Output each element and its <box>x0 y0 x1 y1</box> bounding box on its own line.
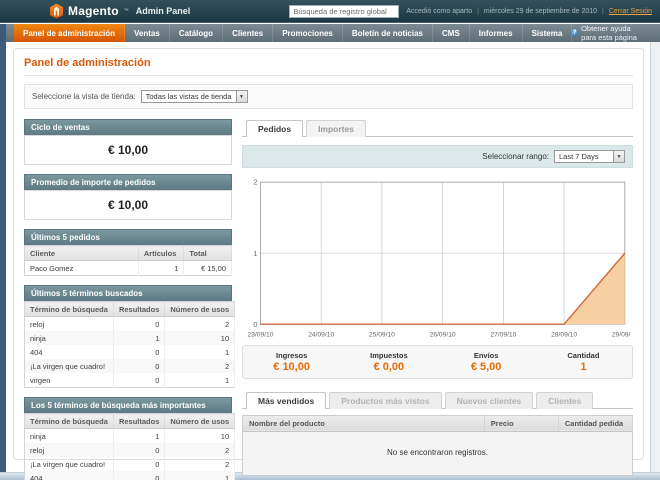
logged-in-as: Accedió como aparto <box>406 7 473 15</box>
total-envios: Envíos € 5,00 <box>470 350 502 373</box>
table-row[interactable]: ninja 1 10 <box>24 428 236 443</box>
svg-text:28/09/10: 28/09/10 <box>551 332 577 339</box>
logo-subtitle: Admin Panel <box>135 6 191 16</box>
table-row[interactable]: reloj 0 2 <box>24 443 236 457</box>
lifetime-sales-box: Ciclo de ventas € 10,00 <box>24 119 232 165</box>
total-cantidad: Cantidad 1 <box>567 350 600 373</box>
logout-link[interactable]: Cerrar Sesión <box>609 8 652 15</box>
nav-item-dashboard[interactable]: Panel de administración <box>14 24 126 42</box>
store-view-select[interactable]: Todas las vistas de tienda ▼ <box>140 90 248 103</box>
average-orders-title: Promedio de importe de pedidos <box>24 174 232 190</box>
header-meta: Accedió como aparto | miércoles 29 de se… <box>406 7 652 15</box>
range-select[interactable]: Last 7 Days ▼ <box>554 150 625 163</box>
table-row[interactable]: 404 0 1 <box>24 345 236 359</box>
logo-trademark: ™ <box>123 8 129 14</box>
nav-item-sistema[interactable]: Sistema <box>523 24 573 42</box>
dashboard-content: Panel de administración Seleccione la vi… <box>13 48 644 480</box>
last-search-box: Últimos 5 términos buscados Término de b… <box>24 285 236 388</box>
orders-chart-svg: 0 1 2 23/09/10 24/09/10 25/09/10 26/09/10 27/09… <box>247 178 631 339</box>
svg-text:24/09/10: 24/09/10 <box>308 332 334 339</box>
nav-item-boletin[interactable]: Boletín de noticias <box>343 24 433 42</box>
lifetime-sales-title: Ciclo de ventas <box>24 119 232 135</box>
chevron-down-icon: ▼ <box>235 91 247 102</box>
chart-tabs: Pedidos Importes <box>242 119 633 137</box>
table-row[interactable]: ¡La virgen que cuadro! 0 2 <box>24 359 236 373</box>
nav-item-catalogo[interactable]: Catálogo <box>170 24 224 42</box>
last-search-title: Últimos 5 términos buscados <box>24 285 232 301</box>
tab-mas-vendidos[interactable]: Más vendidos <box>246 391 327 409</box>
page-title: Panel de administración <box>24 57 151 69</box>
store-switcher-label: Seleccione la vista de tienda: <box>32 92 136 101</box>
help-link[interactable]: ? Obtener ayuda para esta página <box>572 24 660 42</box>
average-orders-box: Promedio de importe de pedidos € 10,00 <box>24 174 232 220</box>
range-label: Seleccionar rango: <box>482 152 549 161</box>
scrollbar-track[interactable] <box>650 42 660 472</box>
svg-text:27/09/10: 27/09/10 <box>490 332 516 339</box>
table-row[interactable]: ninja 1 10 <box>24 331 236 345</box>
magento-admin-window: Magento ™ Admin Panel Accedió como apart… <box>0 0 660 480</box>
title-divider <box>24 75 633 76</box>
range-bar: Seleccionar rango: Last 7 Days ▼ <box>242 145 633 168</box>
help-icon: ? <box>572 29 578 37</box>
top-search-box: Los 5 términos de búsqueda más important… <box>24 397 236 480</box>
svg-text:2: 2 <box>253 178 257 187</box>
tab-nuevos-clientes[interactable]: Nuevos clientes <box>444 391 534 409</box>
table-row[interactable]: reloj 0 2 <box>24 316 236 331</box>
table-row[interactable]: ¡La virgen que cuadro! 0 2 <box>24 457 236 471</box>
svg-text:29/09/10: 29/09/10 <box>612 332 631 339</box>
header-date: miércoles 29 de septiembre de 2010 <box>483 7 598 15</box>
top-search-title: Los 5 términos de búsqueda más important… <box>24 397 232 413</box>
empty-grid-message: No se encontraron registros. <box>242 431 633 476</box>
dashboard-sidebar: Ciclo de ventas € 10,00 Promedio de impo… <box>24 119 236 480</box>
help-label: Obtener ayuda para esta página <box>581 24 637 42</box>
store-switcher-bar: Seleccione la vista de tienda: Todas las… <box>24 84 633 109</box>
lifetime-sales-value: € 10,00 <box>24 135 232 165</box>
nav-item-promociones[interactable]: Promociones <box>273 24 343 42</box>
magento-logo-icon <box>50 3 63 19</box>
svg-text:0: 0 <box>253 320 257 329</box>
orders-chart: 0 1 2 23/09/10 24/09/10 25/09/10 26/09/10 27/09… <box>244 176 631 341</box>
nav-item-clientes[interactable]: Clientes <box>223 24 274 42</box>
total-ingresos: Ingresos € 10,00 <box>273 350 310 373</box>
header-bar: Magento ™ Admin Panel Accedió como apart… <box>0 0 660 23</box>
tab-importes[interactable]: Importes <box>306 120 366 137</box>
global-search-input[interactable] <box>289 4 400 18</box>
last-orders-box: Últimos 5 pedidos Cliente Artículos Tota… <box>24 229 232 276</box>
tab-productos-mas-vistos[interactable]: Productos más vistos <box>329 391 442 409</box>
svg-text:26/09/10: 26/09/10 <box>430 332 456 339</box>
table-row[interactable]: Paco Gomez 1 € 15,00 <box>24 260 232 276</box>
table-row[interactable]: 404 0 1 <box>24 471 236 480</box>
magento-logo: Magento ™ Admin Panel <box>50 3 191 19</box>
last-search-table: Término de búsqueda Resultados Número de… <box>24 301 236 388</box>
average-orders-value: € 10,00 <box>24 190 232 220</box>
tab-clientes[interactable]: Clientes <box>536 391 594 409</box>
main-nav: Panel de administración Ventas Catálogo … <box>0 24 660 42</box>
last-orders-title: Últimos 5 pedidos <box>24 229 232 245</box>
table-row[interactable]: virgen 0 1 <box>24 373 236 388</box>
frame-left-edge <box>0 24 6 472</box>
logo-text: Magento <box>68 4 119 18</box>
tab-pedidos[interactable]: Pedidos <box>246 120 304 137</box>
svg-text:25/09/10: 25/09/10 <box>369 332 395 339</box>
dashboard-main: Pedidos Importes Seleccionar rango: Last… <box>242 119 634 476</box>
totals-bar: Ingresos € 10,00 Impuestos € 0,00 Envíos… <box>242 344 633 379</box>
grid-tabs: Más vendidos Productos más vistos Nuevos… <box>242 391 633 409</box>
nav-item-cms[interactable]: CMS <box>433 24 470 42</box>
nav-item-informes[interactable]: Informes <box>470 24 523 42</box>
svg-text:23/09/10: 23/09/10 <box>247 332 273 339</box>
total-impuestos: Impuestos € 0,00 <box>370 350 408 373</box>
chevron-down-icon: ▼ <box>613 151 624 162</box>
top-search-table: Término de búsqueda Resultados Número de… <box>24 413 236 480</box>
svg-text:1: 1 <box>253 249 257 258</box>
bestsellers-table: Nombre del producto Precio Cantidad pedi… <box>242 414 634 432</box>
last-orders-table: Cliente Artículos Total Paco Gomez 1 € 1… <box>24 245 232 276</box>
nav-item-ventas[interactable]: Ventas <box>125 24 170 42</box>
